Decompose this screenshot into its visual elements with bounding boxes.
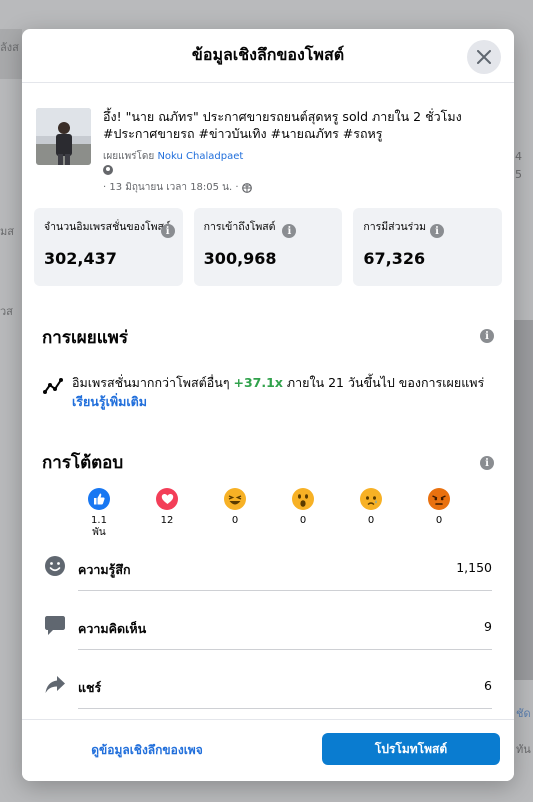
published-by: เผยแพร่โดย Noku Chaladpaet bbox=[103, 150, 498, 163]
comment-icon bbox=[45, 616, 65, 635]
stat-value: 67,326 bbox=[363, 249, 426, 268]
bg-right-text-3: ชัด bbox=[516, 707, 531, 720]
bg-left-text-3: วส bbox=[0, 305, 13, 318]
bg-left-text-2: มส bbox=[0, 225, 14, 238]
divider bbox=[78, 590, 492, 591]
stat-label: การเข้าถึงโพสต์ bbox=[203, 221, 276, 233]
reactions-breakdown: 1.1 พัน 12 0 0 0 0 bbox=[22, 488, 514, 539]
reaction-count: 0 bbox=[435, 515, 443, 526]
share-icon bbox=[45, 676, 65, 693]
reaction-love: 12 bbox=[156, 488, 224, 539]
bg-right-text-1: 4 bbox=[515, 150, 522, 163]
post-meta: เผยแพร่โดย Noku Chaladpaet · 13 มิถุนายน… bbox=[103, 150, 498, 194]
metric-label: แชร์ bbox=[78, 680, 102, 695]
reaction-like: 1.1 พัน bbox=[88, 488, 156, 539]
metric-label: ความคิดเห็น bbox=[78, 621, 147, 636]
engagement-section-header: การโต้ตอบ i bbox=[22, 449, 514, 476]
reaction-sad: 0 bbox=[360, 488, 428, 539]
like-icon bbox=[88, 488, 110, 510]
bg-left-text-1: ลังส bbox=[0, 41, 19, 54]
info-icon[interactable]: i bbox=[430, 224, 445, 238]
metric-comments[interactable]: ความคิดเห็น 9 bbox=[22, 614, 514, 673]
distribution-title: การเผยแพร่ bbox=[42, 328, 128, 348]
engagement-metrics: ความรู้สึก 1,150 ความคิดเห็น 9 แชร์ 6 bbox=[22, 555, 514, 719]
post-text: อึ้ง! "นาย ณภัทร" ประกาศขายรถยนต์สุดหรู … bbox=[103, 109, 462, 141]
metric-reactions[interactable]: ความรู้สึก 1,150 bbox=[22, 555, 514, 614]
divider bbox=[78, 708, 492, 709]
metric-shares[interactable]: แชร์ 6 bbox=[22, 673, 514, 719]
trend-chart-icon bbox=[43, 378, 63, 394]
distribution-text: อิมเพรสชั่นมากกว่าโพสต์อื่นๆ +37.1x ภายใ… bbox=[72, 373, 494, 411]
distribution-section-header: การเผยแพร่ i bbox=[22, 324, 514, 351]
reaction-haha: 0 bbox=[224, 488, 292, 539]
author-link[interactable]: Noku Chaladpaet bbox=[157, 151, 243, 162]
dialog-scroll-area[interactable]: อึ้ง! "นาย ณภัทร" ประกาศขายรถยนต์สุดหรู … bbox=[22, 84, 514, 719]
dialog-header: ข้อมูลเชิงลึกของโพสต์ bbox=[22, 29, 514, 83]
reaction-count: 12 bbox=[160, 515, 174, 526]
post-summary: อึ้ง! "นาย ณภัทร" ประกาศขายรถยนต์สุดหรู … bbox=[22, 84, 514, 194]
reaction-wow: 0 bbox=[292, 488, 360, 539]
stat-card-reach: การเข้าถึงโพสต์ i 300,968 bbox=[193, 208, 343, 286]
info-icon[interactable]: i bbox=[160, 224, 175, 238]
view-page-insights-link[interactable]: ดูข้อมูลเชิงลึกของเพจ bbox=[22, 741, 272, 760]
distribution-text-before: อิมเพรสชั่นมากกว่าโพสต์อื่นๆ bbox=[72, 375, 234, 390]
post-date[interactable]: · 13 มิถุนายน เวลา 18:05 น. · bbox=[103, 181, 239, 194]
pin-icon bbox=[103, 165, 113, 175]
divider bbox=[78, 649, 492, 650]
close-button[interactable] bbox=[467, 40, 501, 74]
dialog-title: ข้อมูลเชิงลึกของโพสต์ bbox=[191, 45, 345, 64]
love-icon bbox=[156, 488, 178, 510]
info-icon[interactable]: i bbox=[480, 329, 494, 343]
info-icon[interactable]: i bbox=[282, 224, 297, 238]
angry-icon bbox=[428, 488, 450, 510]
metric-value: 9 bbox=[484, 619, 492, 634]
metric-value: 1,150 bbox=[456, 560, 492, 575]
promote-post-button[interactable]: โปรโมทโพสต์ bbox=[322, 733, 500, 765]
sad-icon bbox=[360, 488, 382, 510]
stat-value: 300,968 bbox=[203, 249, 277, 268]
stat-label: การมีส่วนร่วม bbox=[363, 221, 427, 233]
reaction-count: 0 bbox=[231, 515, 239, 526]
learn-more-link[interactable]: เรียนรู้เพิ่มเติม bbox=[72, 394, 147, 409]
engagement-title: การโต้ตอบ bbox=[42, 453, 124, 473]
close-icon bbox=[477, 50, 491, 64]
metric-value: 6 bbox=[484, 678, 492, 693]
verified-icon-row bbox=[103, 165, 498, 179]
summary-stats: จำนวนอิมเพรสชั่นของโพสต์ i 302,437 การเข… bbox=[22, 208, 514, 286]
wow-icon bbox=[292, 488, 314, 510]
globe-icon bbox=[241, 182, 252, 193]
reaction-angry: 0 bbox=[428, 488, 496, 539]
stat-card-impressions: จำนวนอิมเพรสชั่นของโพสต์ i 302,437 bbox=[34, 208, 183, 286]
distribution-delta: +37.1x bbox=[233, 375, 283, 390]
post-body: อึ้ง! "นาย ณภัทร" ประกาศขายรถยนต์สุดหรู … bbox=[103, 108, 498, 194]
reaction-count: 0 bbox=[367, 515, 375, 526]
reactions-face-icon bbox=[45, 556, 65, 576]
distribution-text-after: ภายใน 21 วันขึ้นไป ของการเผยแพร่ bbox=[282, 375, 485, 390]
metric-label: ความรู้สึก bbox=[78, 562, 131, 577]
stat-value: 302,437 bbox=[44, 249, 117, 268]
bg-right-text-2: 5 bbox=[515, 168, 522, 181]
published-by-prefix: เผยแพร่โดย bbox=[103, 151, 158, 162]
reaction-count: 0 bbox=[299, 515, 307, 526]
distribution-row: อิมเพรสชั่นมากกว่าโพสต์อื่นๆ +37.1x ภายใ… bbox=[22, 373, 514, 411]
stat-card-engagement: การมีส่วนร่วม i 67,326 bbox=[353, 208, 503, 286]
stat-label: จำนวนอิมเพรสชั่นของโพสต์ bbox=[44, 221, 171, 233]
reaction-count: 1.1 พัน bbox=[91, 515, 107, 538]
post-insights-dialog: ข้อมูลเชิงลึกของโพสต์ อึ้ง! "นาย ณภัทร" … bbox=[22, 29, 514, 781]
info-icon[interactable]: i bbox=[480, 456, 494, 470]
post-date-row: · 13 มิถุนายน เวลา 18:05 น. · bbox=[103, 181, 498, 194]
bg-right-image bbox=[514, 320, 533, 680]
post-thumbnail[interactable] bbox=[36, 108, 91, 165]
dialog-footer: ดูข้อมูลเชิงลึกของเพจ โปรโมทโพสต์ bbox=[22, 719, 514, 781]
bg-right-text-4: ทัน bbox=[516, 743, 531, 756]
haha-icon bbox=[224, 488, 246, 510]
